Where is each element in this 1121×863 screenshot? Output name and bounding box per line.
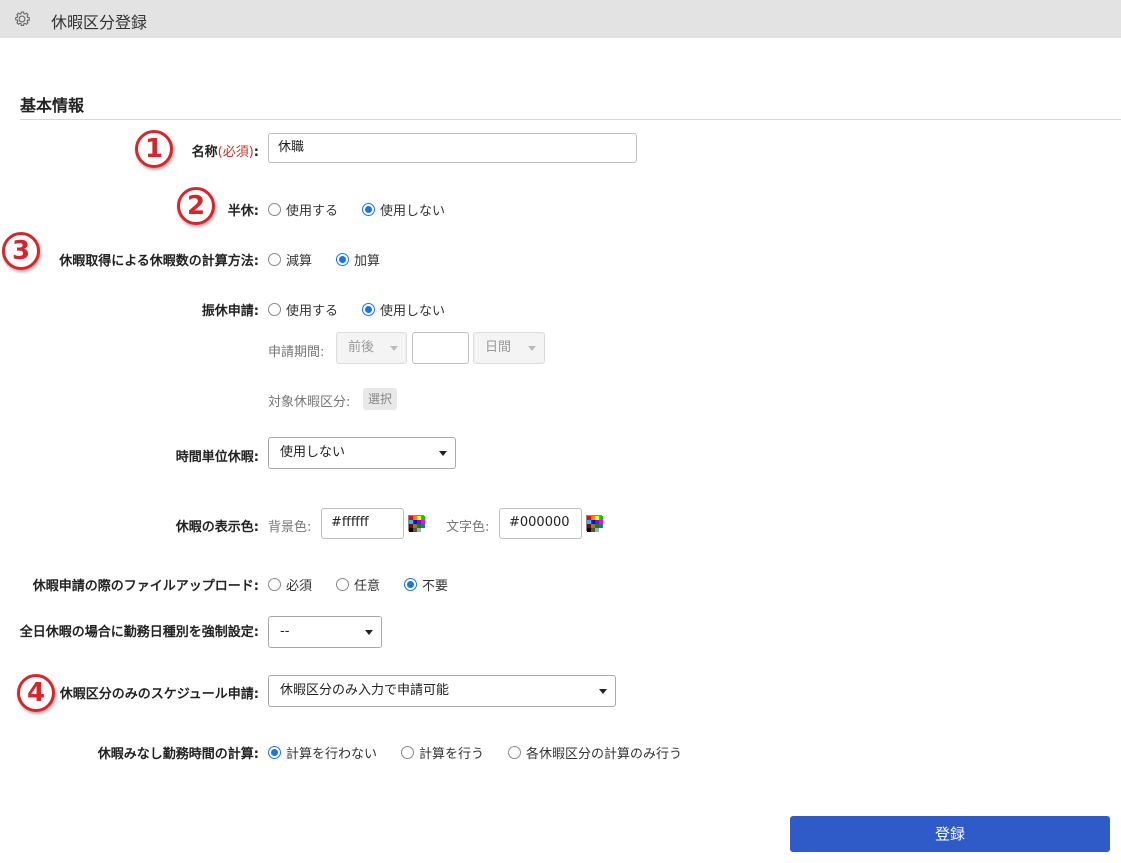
deemed-hours-option-none[interactable]: 計算を行わない bbox=[268, 743, 377, 762]
radio-button[interactable] bbox=[268, 203, 281, 216]
name-label-text: 名称 bbox=[191, 145, 218, 160]
radio-button[interactable] bbox=[508, 746, 522, 759]
half-day-option-no-use[interactable]: 使用しない bbox=[362, 200, 445, 219]
select-value: 使用しない bbox=[280, 445, 346, 460]
name-label-colon: : bbox=[253, 145, 259, 160]
chevron-down-icon bbox=[390, 346, 398, 351]
substitute-option-no-use[interactable]: 使用しない bbox=[362, 300, 445, 319]
chevron-down-icon bbox=[599, 689, 607, 694]
required-marker: (必須) bbox=[217, 145, 254, 160]
window-title: 休暇区分登録 bbox=[51, 13, 148, 32]
file-upload-option-not-needed[interactable]: 不要 bbox=[404, 575, 448, 594]
period-unit-select[interactable]: 日間 bbox=[473, 332, 545, 364]
radio-button[interactable] bbox=[336, 253, 350, 266]
radio-button[interactable] bbox=[268, 578, 281, 591]
option-label: 使用する bbox=[286, 304, 339, 319]
calc-method-option-add[interactable]: 加算 bbox=[336, 250, 380, 269]
select-value: -- bbox=[280, 624, 290, 639]
radio-button[interactable] bbox=[404, 578, 418, 591]
name-input[interactable]: 休職 bbox=[268, 133, 637, 163]
bg-color-input[interactable]: #ffffff bbox=[321, 508, 404, 539]
annotation-badge-4: 4 bbox=[17, 674, 55, 712]
request-period-select[interactable]: 前後 bbox=[336, 332, 407, 364]
deemed-hours-label: 休暇みなし勤務時間の計算: bbox=[97, 747, 259, 762]
target-leave-label: 対象休暇区分: bbox=[268, 395, 351, 410]
option-label: 使用する bbox=[286, 204, 339, 219]
calc-method-radio-group: 減算 加算 bbox=[268, 250, 404, 269]
request-period-label: 申請期間: bbox=[268, 345, 325, 360]
select-value: 休暇区分のみ入力で申請可能 bbox=[280, 683, 450, 698]
radio-button[interactable] bbox=[268, 303, 281, 316]
hourly-label: 時間単位休暇: bbox=[175, 450, 259, 465]
select-value: 前後 bbox=[348, 340, 375, 355]
option-label: 不要 bbox=[422, 579, 449, 594]
calc-method-option-subtract[interactable]: 減算 bbox=[268, 250, 312, 269]
file-upload-radio-group: 必須 任意 不要 bbox=[268, 575, 472, 594]
chevron-down-icon bbox=[439, 451, 447, 456]
option-label: 減算 bbox=[286, 254, 313, 269]
option-label: 各休暇区分の計算のみ行う bbox=[526, 747, 683, 762]
deemed-hours-option-each[interactable]: 各休暇区分の計算のみ行う bbox=[508, 743, 682, 762]
select-value: 日間 bbox=[485, 340, 512, 355]
target-select-button[interactable]: 選択 bbox=[363, 388, 398, 410]
deemed-hours-radio-group: 計算を行わない 計算を行う 各休暇区分の計算のみ行う bbox=[268, 743, 706, 762]
annotation-badge-3: 3 bbox=[2, 232, 40, 270]
schedule-request-select[interactable]: 休暇区分のみ入力で申請可能 bbox=[268, 675, 616, 707]
hourly-select[interactable]: 使用しない bbox=[268, 437, 456, 469]
radio-button[interactable] bbox=[362, 203, 376, 216]
option-label: 使用しない bbox=[380, 204, 446, 219]
half-day-label: 半休: bbox=[227, 204, 259, 219]
chevron-down-icon bbox=[528, 346, 536, 351]
file-upload-option-required[interactable]: 必須 bbox=[268, 575, 312, 594]
option-label: 計算を行う bbox=[419, 747, 485, 762]
option-label: 加算 bbox=[354, 254, 381, 269]
radio-button[interactable] bbox=[268, 253, 281, 266]
bg-color-label: 背景色: bbox=[268, 520, 312, 535]
color-palette-icon[interactable] bbox=[586, 515, 603, 532]
file-upload-label: 休暇申請の際のファイルアップロード: bbox=[32, 579, 259, 594]
radio-button[interactable] bbox=[336, 578, 350, 591]
annotation-badge-1: 1 bbox=[135, 130, 173, 168]
annotation-badge-2: 2 bbox=[177, 187, 215, 225]
display-color-label: 休暇の表示色: bbox=[175, 520, 259, 535]
name-label: 名称(必須): bbox=[192, 141, 259, 160]
register-button[interactable]: 登録 bbox=[790, 816, 1110, 852]
calc-method-label: 休暇取得による休暇数の計算方法: bbox=[59, 254, 259, 269]
radio-button[interactable] bbox=[362, 303, 376, 316]
substitute-label: 振休申請: bbox=[201, 304, 259, 319]
section-divider bbox=[20, 119, 1121, 120]
option-label: 計算を行わない bbox=[286, 747, 378, 762]
substitute-option-use[interactable]: 使用する bbox=[268, 300, 338, 319]
option-label: 任意 bbox=[354, 579, 381, 594]
request-period-input[interactable] bbox=[412, 332, 469, 364]
option-label: 必須 bbox=[286, 579, 313, 594]
title-bar: 休暇区分登録 bbox=[0, 0, 1121, 38]
section-title: 基本情報 bbox=[20, 96, 85, 115]
radio-button[interactable] bbox=[401, 746, 415, 759]
gear-icon[interactable] bbox=[12, 9, 32, 29]
radio-button[interactable] bbox=[268, 746, 281, 759]
force-daytype-label: 全日休暇の場合に勤務日種別を強制設定: bbox=[19, 625, 259, 640]
half-day-radio-group: 使用する 使用しない bbox=[268, 200, 469, 219]
text-color-label: 文字色: bbox=[446, 520, 490, 535]
text-color-input[interactable]: #000000 bbox=[499, 508, 582, 539]
force-daytype-select[interactable]: -- bbox=[268, 616, 382, 648]
option-label: 使用しない bbox=[380, 304, 446, 319]
file-upload-option-optional[interactable]: 任意 bbox=[336, 575, 380, 594]
schedule-request-label: 休暇区分のみのスケジュール申請: bbox=[59, 687, 259, 702]
substitute-radio-group: 使用する 使用しない bbox=[268, 300, 469, 319]
color-palette-icon[interactable] bbox=[408, 515, 425, 532]
chevron-down-icon bbox=[365, 630, 373, 635]
deemed-hours-option-calc[interactable]: 計算を行う bbox=[401, 743, 484, 762]
half-day-option-use[interactable]: 使用する bbox=[268, 200, 338, 219]
